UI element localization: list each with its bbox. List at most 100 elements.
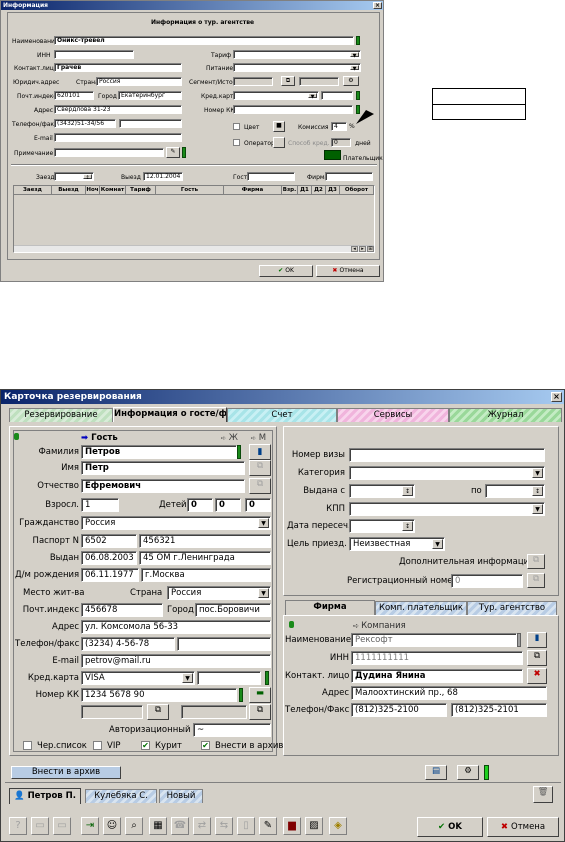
phone-field[interactable]: (3432)51-34/56 <box>54 119 116 128</box>
column-header[interactable]: Фирма <box>224 186 282 195</box>
tag-icon[interactable]: ◈ <box>329 817 347 835</box>
tab-payer-company[interactable]: Комп. плательщик <box>375 601 467 615</box>
close-button[interactable]: × <box>551 392 562 402</box>
ok-button[interactable]: ✔ OK <box>417 817 483 837</box>
tab-journal[interactable]: Журнал <box>449 408 562 422</box>
issued-to-field[interactable]: ↕ <box>485 484 545 498</box>
chevron-down-icon[interactable]: ▼ <box>532 468 543 478</box>
firstname-field[interactable]: Петр <box>81 461 245 475</box>
scroll-right-icon[interactable]: ▸ <box>359 246 366 252</box>
passport-series-field[interactable]: 6502 <box>81 534 137 548</box>
children-stepper-1[interactable]: 0 <box>187 498 213 512</box>
column-header[interactable]: Взр. <box>282 186 298 195</box>
edit-icon[interactable]: ✎ <box>259 817 277 835</box>
purpose-select[interactable]: Неизвестная ▼ <box>349 537 445 551</box>
guest-tab-active[interactable]: 👤 Петров П. <box>9 788 81 804</box>
address-field[interactable]: Свердлова 31-23 <box>54 105 182 114</box>
fax-field[interactable] <box>177 637 271 651</box>
category-select[interactable]: ▼ <box>349 466 545 480</box>
archive-checkbox[interactable]: ✔ <box>201 741 210 750</box>
arrival-field[interactable]: ↕ <box>54 172 94 181</box>
column-header[interactable]: Д1 <box>298 186 312 195</box>
horizontal-scrollbar[interactable]: ◂ ▸ ⊞ <box>14 245 374 252</box>
firm-fax-field[interactable]: (812)325-2101 <box>451 703 547 717</box>
card-extra-field[interactable] <box>321 91 353 100</box>
departure-field[interactable]: 12.01.2004 <box>143 172 183 181</box>
column-header[interactable]: Д3 <box>326 186 340 195</box>
document-icon[interactable]: ▯ <box>237 817 255 835</box>
image-icon[interactable]: ▨ <box>305 817 323 835</box>
spinner-icon[interactable]: ↕ <box>532 486 543 496</box>
source-lookup-button[interactable]: ⚙ <box>343 76 359 86</box>
chevron-down-icon[interactable]: ▼ <box>350 65 359 71</box>
search-icon[interactable]: ⌕ <box>125 817 143 835</box>
new-icon[interactable]: ▭ <box>31 817 49 835</box>
patronymic-field[interactable]: Ефремович <box>81 479 245 493</box>
email-field[interactable] <box>54 133 182 142</box>
reg-field[interactable]: 0 <box>451 574 523 588</box>
address-field[interactable]: ул. Комсомола 56-33 <box>81 620 271 634</box>
grid-corner-icon[interactable]: ⊞ <box>367 246 374 252</box>
phone-icon[interactable]: ☎ <box>171 817 189 835</box>
note-edit-button[interactable]: ✎ <box>166 147 180 158</box>
inn-field[interactable] <box>54 50 134 59</box>
guest-search-field[interactable] <box>247 172 295 181</box>
cc-field[interactable]: 1234 5678 90 <box>81 688 237 702</box>
tariff-select[interactable]: ▼ <box>233 50 361 59</box>
cc-lookup-button-1[interactable]: ⧉ <box>147 704 169 720</box>
link-icon[interactable]: ⇄ <box>193 817 211 835</box>
chevron-down-icon[interactable]: ▼ <box>432 539 443 549</box>
zip-field[interactable]: 456678 <box>81 603 163 617</box>
firm-name-field[interactable]: Рексофт <box>351 633 517 647</box>
adults-stepper[interactable]: 1 <box>81 498 119 512</box>
fax-field[interactable] <box>119 119 182 128</box>
cc-field[interactable] <box>233 105 353 114</box>
firm-card-button[interactable]: ▮ <box>527 632 547 648</box>
city-field[interactable]: пос.Боровичи <box>195 603 271 617</box>
children-stepper-2[interactable]: 0 <box>215 498 241 512</box>
chevron-down-icon[interactable]: ▼ <box>258 588 269 598</box>
color-picker-button[interactable]: ■ <box>273 121 285 132</box>
issued-from-field[interactable]: ↕ <box>349 484 415 498</box>
firm-phone-field[interactable]: (812)325-2100 <box>351 703 447 717</box>
blacklist-checkbox[interactable] <box>23 741 32 750</box>
operator-checkbox[interactable] <box>233 139 240 146</box>
birth-date-field[interactable]: 06.11.1977 <box>81 568 139 582</box>
user-settings-icon[interactable]: ☺ <box>103 817 121 835</box>
guest-card-button[interactable]: ▮ <box>249 444 271 460</box>
firm-address-field[interactable]: Малоохтинский пр., 68 <box>351 686 547 700</box>
tab-guest-info[interactable]: Информация о госте/фи <box>113 407 227 422</box>
guest-tab-new[interactable]: Новый <box>159 789 203 803</box>
commission-field[interactable]: 4 <box>331 122 347 131</box>
phone-field[interactable]: (3234) 4-56-78 <box>81 637 175 651</box>
tab-reservation[interactable]: Резервирование <box>9 408 113 422</box>
column-header[interactable]: Заезд <box>14 186 52 195</box>
note-field[interactable] <box>54 148 164 157</box>
settings-button[interactable]: ⚙ <box>457 765 479 780</box>
cross-date-field[interactable]: ↕ <box>349 519 415 533</box>
citizenship-select[interactable]: Россия ▼ <box>81 516 271 530</box>
auth-field[interactable]: ~ <box>193 723 271 737</box>
segment-lookup-button[interactable]: ⧉ <box>281 76 295 86</box>
surname-field[interactable]: Петров <box>81 445 237 459</box>
link-out-icon[interactable]: ⇆ <box>215 817 233 835</box>
tab-travel-agency[interactable]: Тур. агентство <box>467 601 557 615</box>
issued-date-field[interactable]: 06.08.2003 <box>81 551 137 565</box>
column-header[interactable]: Ноч <box>86 186 100 195</box>
close-button[interactable]: × <box>373 2 382 9</box>
operator-button[interactable] <box>273 137 285 148</box>
column-header[interactable]: Оборот <box>340 186 374 195</box>
spinner-icon[interactable]: ↕ <box>83 174 92 180</box>
cc-lookup-button-2[interactable]: ⧉ <box>249 704 271 720</box>
card-select[interactable]: VISA ▼ <box>81 671 195 685</box>
food-select[interactable]: ▼ <box>233 63 361 72</box>
column-header[interactable]: Д2 <box>312 186 326 195</box>
children-stepper-3[interactable]: 0 <box>245 498 271 512</box>
ok-button[interactable]: ✔ OK <box>259 265 313 277</box>
card-extra-field[interactable] <box>197 671 261 685</box>
chevron-down-icon[interactable]: ▼ <box>308 93 317 99</box>
column-header[interactable]: Выезд <box>52 186 86 195</box>
zip-field[interactable]: 620101 <box>54 91 94 100</box>
chevron-down-icon[interactable]: ▼ <box>182 673 193 683</box>
birth-place-field[interactable]: г.Москва <box>141 568 271 582</box>
